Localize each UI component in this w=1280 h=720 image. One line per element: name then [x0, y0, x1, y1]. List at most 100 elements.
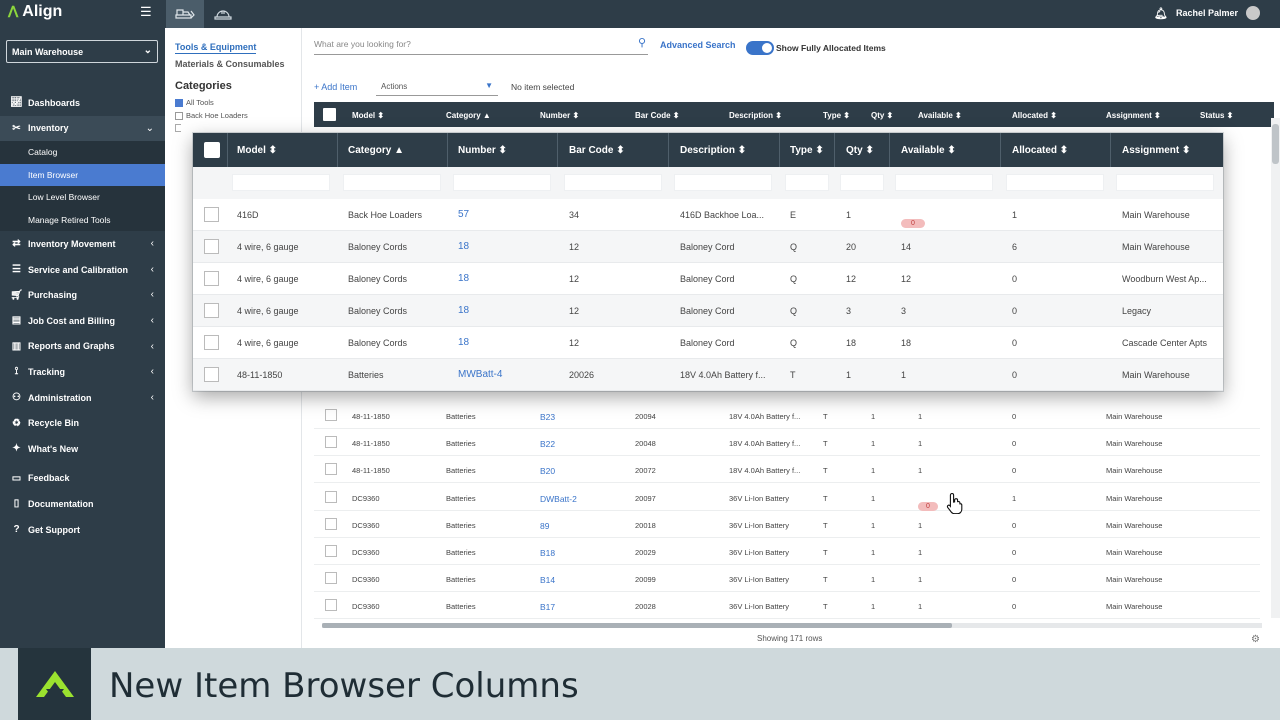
- filter-barcode-input[interactable]: [564, 174, 662, 191]
- col-category[interactable]: Category ▲: [348, 145, 404, 156]
- col-type[interactable]: Type ⬍: [823, 111, 850, 120]
- sidebar-item-inventory-movement[interactable]: ⇄ Inventory Movement ‹: [0, 231, 165, 257]
- sidebar-item-catalog[interactable]: Catalog: [0, 141, 165, 164]
- app-logo[interactable]: ꓥ Align: [8, 3, 62, 21]
- row-checkbox[interactable]: [325, 572, 337, 584]
- category-back-hoe-loaders[interactable]: Back Hoe Loaders: [175, 111, 248, 120]
- cell-number-link[interactable]: B23: [540, 412, 555, 422]
- row-checkbox[interactable]: [204, 303, 219, 318]
- col-allocated[interactable]: Allocated ⬍: [1012, 111, 1057, 120]
- sidebar-item-item-browser[interactable]: Item Browser: [0, 163, 165, 187]
- category-all-tools[interactable]: All Tools: [175, 98, 214, 107]
- table-row[interactable]: 48-11-1850 Batteries MWBatt-4 20026 18V …: [193, 359, 1223, 391]
- category-checkbox-stub[interactable]: [175, 124, 181, 132]
- col-type[interactable]: Type ⬍: [790, 145, 824, 156]
- col-available[interactable]: Available ⬍: [901, 145, 956, 156]
- table-row[interactable]: 4 wire, 6 gauge Baloney Cords 18 12 Balo…: [193, 231, 1223, 263]
- table-row[interactable]: 48-11-1850 Batteries B23 20094 18V 4.0Ah…: [314, 402, 1260, 430]
- col-number[interactable]: Number ⬍: [540, 111, 579, 120]
- sidebar-item-recycle-bin[interactable]: ♻ Recycle Bin: [0, 410, 165, 436]
- scrollbar-thumb[interactable]: [322, 623, 952, 628]
- col-assignment[interactable]: Assignment ⬍: [1122, 145, 1190, 156]
- filter-assignment-input[interactable]: [1116, 174, 1214, 191]
- search-input[interactable]: What are you looking for? ⚲: [314, 35, 648, 55]
- col-model[interactable]: Model ⬍: [352, 111, 384, 120]
- row-checkbox[interactable]: [204, 239, 219, 254]
- filter-available-input[interactable]: [895, 174, 993, 191]
- filter-type-input[interactable]: [785, 174, 829, 191]
- horizontal-scrollbar[interactable]: [322, 623, 1262, 628]
- table-row[interactable]: 4 wire, 6 gauge Baloney Cords 18 12 Balo…: [193, 263, 1223, 295]
- cell-number-link[interactable]: B18: [540, 548, 555, 558]
- table-row[interactable]: DC9360 Batteries B18 20029 36V Li-Ion Ba…: [314, 538, 1260, 566]
- sidebar-item-get-support[interactable]: ? Get Support: [0, 517, 165, 543]
- filter-model-input[interactable]: [232, 174, 330, 191]
- show-allocated-toggle[interactable]: [746, 41, 774, 55]
- filter-description-input[interactable]: [674, 174, 772, 191]
- row-checkbox[interactable]: [325, 518, 337, 530]
- select-all-checkbox[interactable]: [323, 108, 336, 121]
- search-icon[interactable]: ⚲: [638, 36, 646, 49]
- cell-number-link[interactable]: B20: [540, 466, 555, 476]
- cell-number-link[interactable]: 18: [458, 241, 469, 252]
- row-checkbox[interactable]: [325, 491, 337, 503]
- menu-icon[interactable]: ☰: [140, 4, 152, 20]
- sidebar-item-tracking[interactable]: ⟟ Tracking ‹: [0, 359, 165, 385]
- col-barcode[interactable]: Bar Code ⬍: [635, 111, 680, 120]
- table-row[interactable]: 4 wire, 6 gauge Baloney Cords 18 12 Balo…: [193, 295, 1223, 327]
- sidebar-item-documentation[interactable]: ▯ Documentation: [0, 491, 165, 517]
- table-row[interactable]: DC9360 Batteries B14 20099 36V Li-Ion Ba…: [314, 565, 1260, 593]
- tab-tools-equipment[interactable]: Tools & Equipment: [175, 42, 257, 54]
- sidebar-item-feedback[interactable]: ▭ Feedback: [0, 466, 165, 492]
- table-row[interactable]: 4 wire, 6 gauge Baloney Cords 18 12 Balo…: [193, 327, 1223, 359]
- user-menu[interactable]: 🔔︎ Rachel Palmer: [1154, 6, 1260, 20]
- select-all-checkbox[interactable]: [204, 142, 220, 158]
- col-number[interactable]: Number ⬍: [458, 145, 507, 156]
- cell-number-link[interactable]: 18: [458, 305, 469, 316]
- sidebar-item-service-and-calibration[interactable]: ☰ Service and Calibration ‹: [0, 257, 165, 283]
- actions-select[interactable]: Actions ▼: [376, 77, 498, 96]
- filter-category-input[interactable]: [343, 174, 441, 191]
- filter-number-input[interactable]: [453, 174, 551, 191]
- gear-icon[interactable]: ⚙: [1251, 634, 1260, 645]
- sidebar-item-low-level-browser[interactable]: Low Level Browser: [0, 186, 165, 209]
- cell-number-link[interactable]: 18: [458, 337, 469, 348]
- table-row[interactable]: DC9360 Batteries B17 20028 36V Li-Ion Ba…: [314, 592, 1260, 620]
- vertical-scrollbar[interactable]: [1271, 118, 1280, 618]
- col-allocated[interactable]: Allocated ⬍: [1012, 145, 1068, 156]
- sidebar-item-job-cost-and-billing[interactable]: ▤ Job Cost and Billing ‹: [0, 308, 165, 334]
- scrollbar-thumb[interactable]: [1272, 124, 1279, 164]
- col-qty[interactable]: Qty ⬍: [846, 145, 874, 156]
- sidebar-item-manage-retired-tools[interactable]: Manage Retired Tools: [0, 208, 165, 232]
- add-item-button[interactable]: + Add Item: [314, 82, 357, 92]
- cell-number-link[interactable]: B17: [540, 602, 555, 612]
- row-checkbox[interactable]: [204, 367, 219, 382]
- filter-allocated-input[interactable]: [1006, 174, 1104, 191]
- table-row[interactable]: 48-11-1850 Batteries B22 20048 18V 4.0Ah…: [314, 429, 1260, 457]
- avatar[interactable]: [1246, 6, 1260, 20]
- row-checkbox[interactable]: [325, 409, 337, 421]
- sidebar-item-reports-and-graphs[interactable]: ▥ Reports and Graphs ‹: [0, 334, 165, 360]
- sidebar-item-dashboards[interactable]: 📈︎ Dashboards: [0, 90, 165, 116]
- checkbox-icon[interactable]: [175, 111, 183, 120]
- filter-qty-input[interactable]: [840, 174, 884, 191]
- row-checkbox[interactable]: [204, 207, 219, 222]
- row-checkbox[interactable]: [325, 436, 337, 448]
- row-checkbox[interactable]: [204, 335, 219, 350]
- checkbox-checked-icon[interactable]: [175, 98, 183, 107]
- col-barcode[interactable]: Bar Code ⬍: [569, 145, 625, 156]
- cell-number-link[interactable]: DWBatt-2: [540, 494, 577, 504]
- col-qty[interactable]: Qty ⬍: [871, 111, 893, 120]
- col-category[interactable]: Category ▲: [446, 111, 491, 120]
- sidebar-item-inventory[interactable]: ✂ Inventory ⌄: [0, 115, 165, 142]
- sidebar-item-whats-new[interactable]: ✦ What's New: [0, 436, 165, 462]
- bulldozer-icon[interactable]: [166, 0, 204, 28]
- cell-number-link[interactable]: B22: [540, 439, 555, 449]
- bell-icon[interactable]: 🔔︎: [1154, 7, 1168, 20]
- row-checkbox[interactable]: [325, 599, 337, 611]
- row-checkbox[interactable]: [325, 463, 337, 475]
- row-checkbox[interactable]: [204, 271, 219, 286]
- cell-number-link[interactable]: B14: [540, 575, 555, 585]
- row-checkbox[interactable]: [325, 545, 337, 557]
- sidebar-item-purchasing[interactable]: 🛒︎ Purchasing ‹: [0, 282, 165, 308]
